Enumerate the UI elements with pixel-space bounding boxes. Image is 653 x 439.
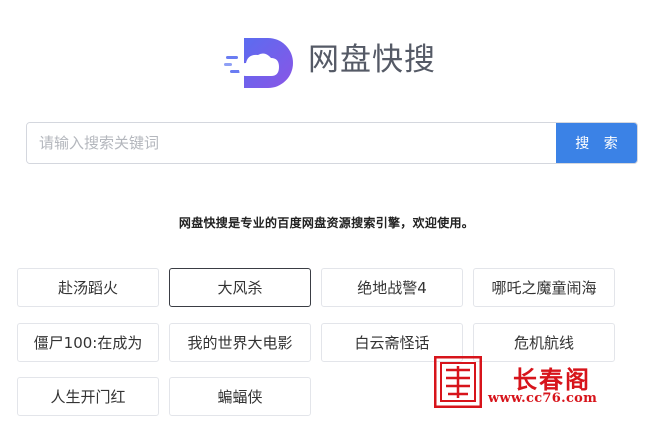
cloud-logo-icon <box>224 38 293 88</box>
keyword-item[interactable]: 蝙蝠侠 <box>169 377 311 416</box>
site-tagline: 网盘快搜是专业的百度网盘资源搜索引擎，欢迎使用。 <box>178 216 475 230</box>
search-button[interactable]: 搜 索 <box>556 123 637 163</box>
keyword-item[interactable]: 赴汤蹈火 <box>17 268 159 307</box>
keyword-item[interactable]: 僵尸100:在成为 <box>17 323 159 362</box>
page: 网盘快搜 搜 索 网盘快搜是专业的百度网盘资源搜索引擎，欢迎使用。 赴汤蹈火 大… <box>0 0 653 439</box>
watermark-title: 长春阁 <box>513 365 591 394</box>
keyword-item[interactable]: 我的世界大电影 <box>169 323 311 362</box>
watermark: 长春阁 www.cc76.com <box>434 356 614 412</box>
seal-icon <box>434 356 482 408</box>
keyword-item[interactable]: 绝地战警4 <box>321 268 463 307</box>
search-bar: 搜 索 <box>26 122 638 164</box>
watermark-url: www.cc76.com <box>488 391 598 406</box>
logo-text: 网盘快搜 <box>308 41 436 78</box>
site-logo[interactable]: 网盘快搜 <box>222 30 436 90</box>
search-input[interactable] <box>27 123 556 163</box>
keyword-item[interactable]: 人生开门红 <box>17 377 159 416</box>
keyword-item[interactable]: 大风杀 <box>169 268 311 307</box>
keyword-item[interactable]: 哪吒之魔童闹海 <box>473 268 615 307</box>
